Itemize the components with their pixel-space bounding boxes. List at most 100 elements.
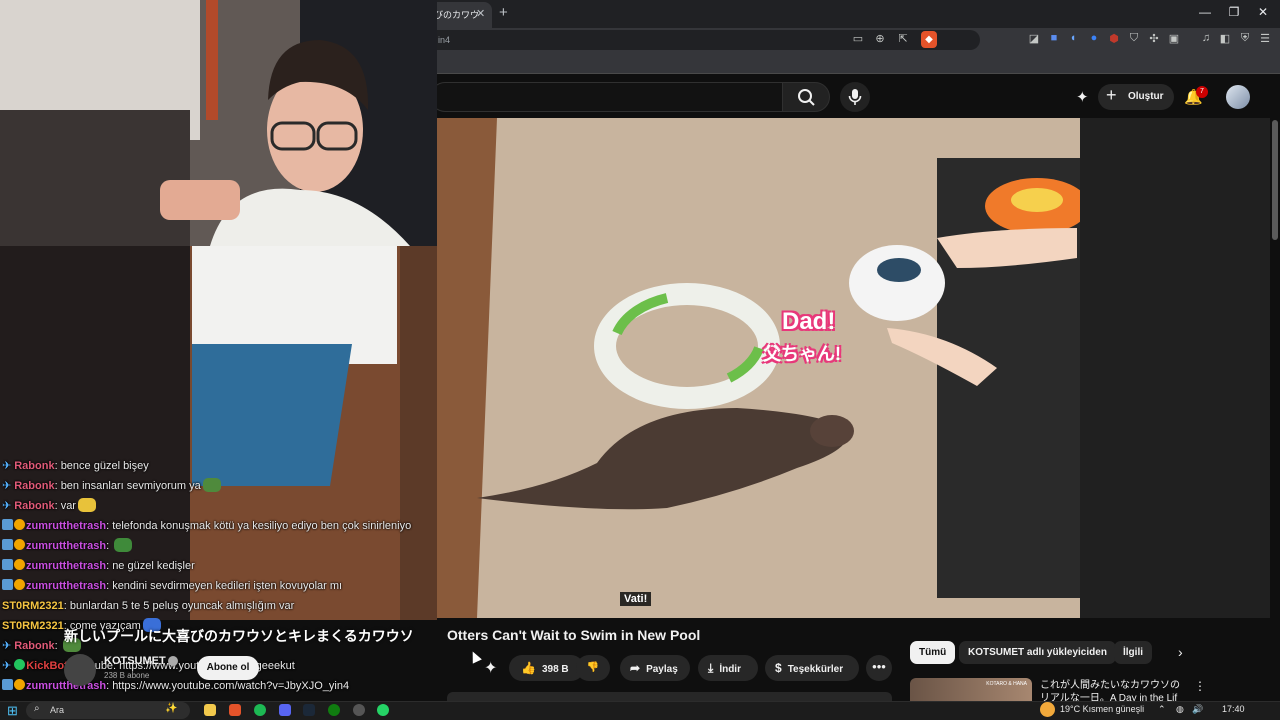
recommendation-thumbnail[interactable]: KOTARO & HANA	[910, 678, 1032, 702]
search-icon: ⌕	[34, 703, 40, 714]
maximize-button[interactable]: ❐	[1224, 5, 1244, 19]
dislike-button[interactable]: 👎	[576, 655, 610, 681]
subscriber-badge-icon	[2, 679, 13, 690]
video-player[interactable]: Dad! 父ちゃん!	[437, 118, 1080, 618]
chat-username[interactable]: zumrutthetrash	[26, 520, 106, 532]
chat-username[interactable]: Rabonk	[14, 640, 54, 652]
chip-from-uploader[interactable]: KOTSUMET adlı yükleyiciden	[959, 641, 1116, 664]
chat-message: ✈ Rabonk: var	[2, 496, 96, 516]
search-icon	[798, 89, 815, 106]
chat-username[interactable]: zumrutthetrash	[26, 560, 106, 572]
channel-name[interactable]: KOTSUMET	[104, 655, 166, 667]
menu-icon[interactable]: ☰	[1258, 32, 1272, 45]
extension-icon[interactable]: ◖	[1066, 32, 1080, 44]
chat-emote-icon	[202, 478, 221, 492]
brave-browser-icon[interactable]	[229, 704, 241, 716]
moderator-badge-icon: ✈	[2, 460, 12, 472]
shield-icon[interactable]: ⛉	[1127, 32, 1141, 45]
download-button[interactable]: ⤓ İndir	[698, 655, 758, 681]
chat-text: bunlardan 5 te 5 peluş oyuncak almışlığı…	[69, 600, 295, 612]
tab-title: びのカワウ	[434, 10, 480, 20]
chat-username[interactable]: KickBot	[26, 660, 68, 672]
file-explorer-icon[interactable]	[204, 704, 216, 716]
chat-message: zumrutthetrash: telefonda konuşmak kötü …	[2, 516, 411, 536]
clock[interactable]: 17:40	[1222, 704, 1245, 714]
subscribe-button[interactable]: Abone ol	[197, 656, 259, 680]
taskbar-search-label: Ara	[50, 705, 65, 715]
close-window-button[interactable]: ✕	[1253, 5, 1273, 19]
channel-avatar[interactable]	[64, 654, 96, 686]
xbox-icon[interactable]	[328, 704, 340, 716]
sparkle-icon[interactable]: ✦	[1076, 88, 1089, 106]
share-label: Paylaş	[646, 664, 678, 675]
windows-start-icon[interactable]: ⊞	[7, 703, 18, 719]
chat-message: zumrutthetrash: ne güzel kedişler	[2, 556, 195, 576]
video-caption: Vati!	[620, 592, 652, 606]
tab-close-icon[interactable]: ✕	[476, 7, 485, 20]
chip-all[interactable]: Tümü	[910, 641, 956, 664]
download-icon: ⤓	[708, 661, 714, 675]
more-vert-icon[interactable]: ⋮	[1194, 679, 1206, 693]
in-video-dad-label: Dad!	[782, 308, 836, 335]
account-avatar[interactable]	[1226, 85, 1250, 109]
brave-shield-icon[interactable]: ◆	[921, 31, 937, 48]
like-button[interactable]: 👍 398 B	[509, 655, 584, 681]
thumbs-down-icon: 👎	[586, 662, 600, 673]
steam-icon[interactable]	[303, 704, 315, 716]
ublock-icon[interactable]: ⬢	[1107, 32, 1121, 45]
search-input[interactable]	[430, 82, 782, 112]
in-video-japanese-label: 父ちゃん!	[763, 344, 841, 364]
notification-count-badge: 7	[1196, 86, 1208, 98]
recommendation-title[interactable]: これが人間みたいなカワウソのリアルな一日。A Day in the Lif	[1040, 679, 1188, 703]
puzzle-icon[interactable]: ✣	[1147, 32, 1161, 45]
chat-text: ne güzel kedişler	[112, 560, 195, 572]
moderator-badge-icon: ✈	[2, 660, 12, 672]
subscriber-badge-icon	[2, 519, 13, 530]
whatsapp-icon[interactable]	[377, 704, 389, 716]
gifter-badge-icon	[14, 539, 25, 550]
search-button[interactable]	[782, 82, 830, 112]
share-button[interactable]: ➦ Paylaş	[620, 655, 690, 681]
speaker-icon[interactable]: 🔊	[1192, 704, 1203, 715]
minimize-button[interactable]: —	[1195, 5, 1215, 19]
new-tab-button[interactable]: +	[499, 4, 508, 21]
share-page-icon[interactable]: ⇱	[896, 32, 910, 45]
chat-username[interactable]: zumrutthetrash	[26, 540, 106, 552]
cast-icon[interactable]: ▭	[851, 32, 865, 45]
chat-message: zumrutthetrash: kendini sevdirmeyen kedi…	[2, 576, 342, 596]
extension-icon[interactable]: ●	[1087, 32, 1101, 44]
download-label: İndir	[719, 664, 741, 675]
chat-username[interactable]: zumrutthetrash	[26, 680, 106, 692]
vpn-icon[interactable]: ⛨	[1238, 32, 1252, 45]
chat-username[interactable]: Rabonk	[14, 460, 54, 472]
sparkle-icon[interactable]: ✦	[484, 658, 497, 678]
spotify-icon[interactable]	[254, 704, 266, 716]
voice-search-button[interactable]	[840, 82, 870, 112]
moderator-badge-icon: ✈	[2, 500, 12, 512]
wallet-icon[interactable]: ▣	[1167, 32, 1181, 45]
thanks-button[interactable]: $ Teşekkürler	[765, 655, 859, 681]
subscriber-badge-icon	[2, 579, 13, 590]
chat-username[interactable]: ST0RM2321	[2, 600, 64, 612]
microphone-icon	[848, 89, 862, 105]
network-icon[interactable]: ◍	[1176, 704, 1184, 715]
scrollbar-thumb[interactable]	[1272, 120, 1278, 240]
chevron-right-icon[interactable]: ›	[1178, 644, 1183, 660]
weather-text[interactable]: 19°C Kısmen güneşli	[1060, 704, 1144, 714]
zoom-icon[interactable]: ⊕	[873, 32, 887, 45]
chat-username[interactable]: ST0RM2321	[2, 620, 64, 632]
extension-icon[interactable]: ■	[1047, 32, 1061, 44]
chevron-up-icon[interactable]: ⌃	[1158, 704, 1166, 715]
discord-icon[interactable]	[279, 704, 291, 716]
weather-icon	[1040, 702, 1055, 717]
chip-related[interactable]: İlgili	[1114, 641, 1152, 664]
chat-username[interactable]: zumrutthetrash	[26, 580, 106, 592]
media-icon[interactable]: ♫	[1199, 32, 1213, 44]
sidebar-icon[interactable]: ◧	[1218, 32, 1232, 45]
extension-icon[interactable]: ◪	[1027, 32, 1041, 45]
obs-icon[interactable]	[353, 704, 365, 716]
more-actions-button[interactable]: •••	[866, 655, 892, 681]
chat-username[interactable]: Rabonk	[14, 480, 54, 492]
chat-username[interactable]: Rabonk	[14, 500, 54, 512]
overlay-japanese-title: 新しいプールに大喜びのカワウソとキレまくるカワウソ	[64, 628, 414, 644]
